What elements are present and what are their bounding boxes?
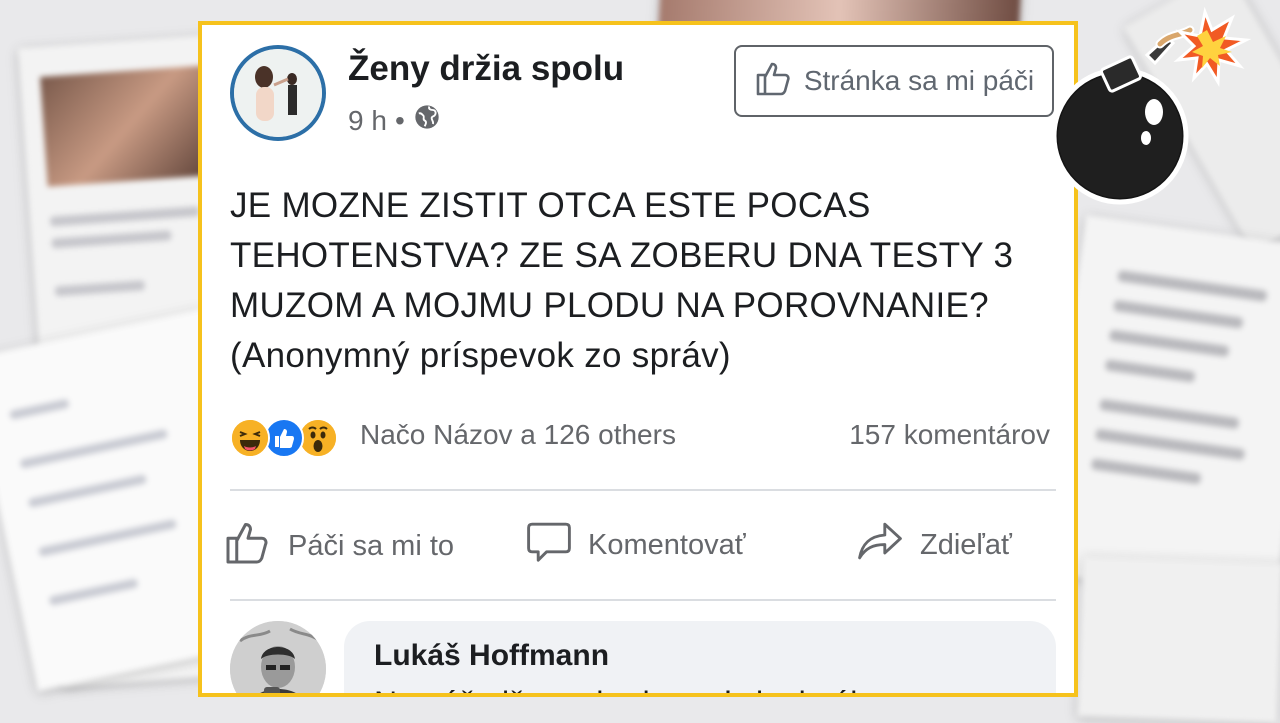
reactions-text[interactable]: Načo Názov a 126 others: [360, 419, 676, 451]
like-page-label: Stránka sa mi páči: [803, 65, 1035, 96]
page-avatar[interactable]: [230, 45, 326, 141]
like-page-button[interactable]: Stránka sa mi páči: [734, 45, 1054, 117]
post-text: JE MOZNE ZISTIT OTCA ESTE POCAS TEHOTENS…: [230, 181, 1060, 381]
thumbs-up-icon: [754, 58, 794, 105]
post-text-line: MUZOM A MOJMU PLODU NA POROVNANIE?: [230, 286, 989, 325]
share-button[interactable]: Zdieľať: [854, 517, 1012, 573]
reactions-summary[interactable]: [230, 418, 338, 458]
commenter-avatar[interactable]: [230, 621, 326, 693]
like-button[interactable]: Páči sa mi to: [222, 517, 454, 575]
post-meta: 9 h •: [348, 103, 441, 138]
post-text-line: TEHOTENSTVA? ZE SA ZOBERU DNA TESTY 3: [230, 236, 1014, 275]
comment-author[interactable]: Lukáš Hoffmann: [374, 639, 609, 673]
meta-separator: •: [394, 104, 405, 136]
haha-reaction-icon: [230, 418, 270, 458]
facebook-post: Ženy držia spolu 9 h • Stránka sa mi páč…: [198, 21, 1078, 697]
comment-button[interactable]: Komentovať: [524, 517, 746, 573]
comment-bubble: Lukáš Hoffmann Nemáš nižu rozhodzovať ak…: [344, 621, 1056, 693]
post-actions: Páči sa mi to Komentovať Zdieľať: [222, 517, 1062, 577]
globe-icon: [413, 103, 441, 138]
share-label: Zdieľať: [920, 528, 1012, 561]
comment-text: Nemáš nižu rozhodzovať ako letáky z: [374, 685, 907, 693]
bomb-icon: [1042, 0, 1262, 210]
comment-label: Komentovať: [588, 528, 746, 561]
post-text-line: JE MOZNE ZISTIT OTCA ESTE POCAS: [230, 186, 871, 225]
background-card-lower-right: [1077, 556, 1280, 723]
like-label: Páči sa mi to: [288, 529, 454, 562]
comment-icon: [524, 517, 574, 573]
like-reaction-icon: [264, 418, 304, 458]
comments-count[interactable]: 157 komentárov: [849, 419, 1050, 451]
share-icon: [854, 517, 906, 573]
post-time[interactable]: 9 h: [348, 105, 387, 137]
post-text-line: (Anonymný príspevok zo správ): [230, 336, 731, 375]
divider: [230, 489, 1056, 491]
wow-reaction-icon: [298, 418, 338, 458]
divider: [230, 599, 1056, 601]
page-name[interactable]: Ženy držia spolu: [348, 49, 624, 89]
thumbs-up-icon: [222, 517, 274, 575]
